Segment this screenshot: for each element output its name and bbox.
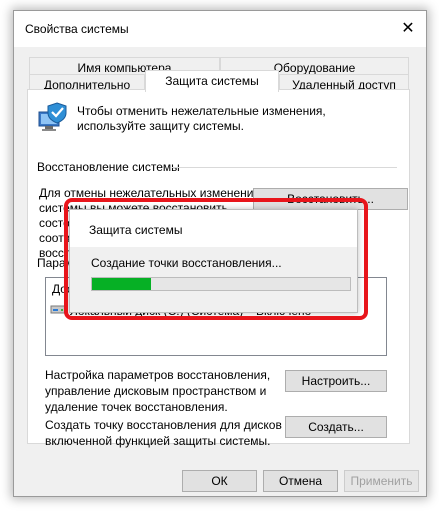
window-title: Свойства системы (25, 22, 129, 36)
cancel-button[interactable]: Отмена (263, 470, 338, 492)
apply-button: Применить (344, 470, 419, 492)
configure-text: Настройка параметров восстановления, упр… (45, 368, 271, 414)
intro-text: Чтобы отменить нежелательные изменения, … (77, 104, 326, 133)
title-bar: Свойства системы ✕ (14, 11, 426, 47)
ok-button[interactable]: ОК (182, 470, 257, 492)
highlight-frame (64, 198, 368, 320)
restore-heading: Восстановление системы (37, 160, 180, 174)
create-text: Создать точку восстановления для дисков … (45, 418, 292, 448)
shield-computer-icon (38, 102, 67, 131)
configure-button[interactable]: Настроить... (285, 370, 387, 392)
close-icon[interactable]: ✕ (396, 17, 420, 41)
create-button[interactable]: Создать... (285, 416, 387, 438)
tab-system-protection[interactable]: Защита системы (145, 70, 279, 92)
restore-divider (172, 167, 397, 168)
